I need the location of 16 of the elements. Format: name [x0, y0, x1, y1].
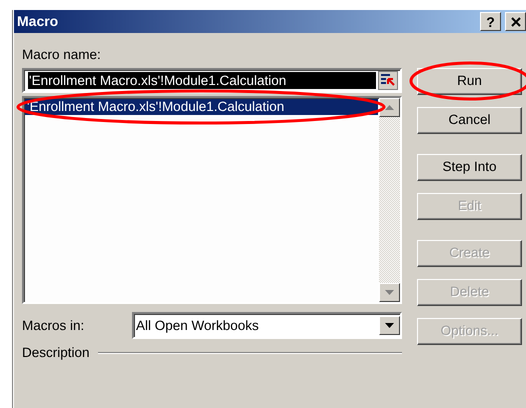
- window-title: Macro: [17, 12, 58, 31]
- dialog-button[interactable]: Cancel: [417, 107, 522, 134]
- help-button[interactable]: ?: [480, 12, 501, 31]
- macro-list-item[interactable]: 'Enrollment Macro.xls'!Module1.Calculation: [25, 99, 378, 116]
- macros-in-label: Macros in:: [22, 318, 84, 334]
- select-picker-icon[interactable]: [378, 71, 398, 90]
- dialog-button[interactable]: Step Into: [417, 154, 522, 181]
- description-label: Description: [22, 345, 90, 362]
- scrollbar[interactable]: [379, 98, 400, 302]
- scroll-down-icon[interactable]: [379, 283, 400, 302]
- close-icon[interactable]: [505, 12, 526, 31]
- scroll-up-icon[interactable]: [379, 98, 400, 118]
- dialog-button[interactable]: Run: [417, 68, 522, 95]
- macro-name-label: Macro name:: [22, 47, 101, 63]
- macros-in-dropdown[interactable]: All Open Workbooks: [132, 312, 402, 340]
- macro-name-field[interactable]: 'Enrollment Macro.xls'!Module1.Calculation: [22, 68, 402, 94]
